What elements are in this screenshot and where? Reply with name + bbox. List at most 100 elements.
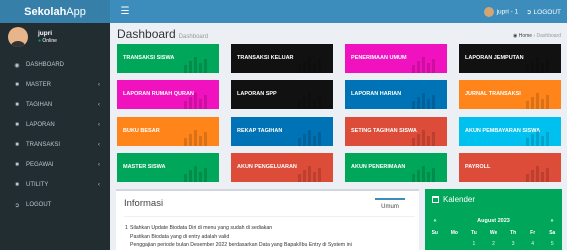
calendar-day	[425, 241, 445, 247]
bar-chart-icon	[298, 93, 321, 109]
breadcrumb-home[interactable]: Home	[519, 33, 532, 39]
sidebar-item-tagihan[interactable]: ■ TAGIHAN ‹	[0, 95, 110, 115]
tile-seting-tagihan-siswa[interactable]: SETING TAGIHAN SISWA	[345, 117, 447, 146]
bar-chart-icon	[184, 130, 207, 146]
breadcrumb-separator-icon: ›	[533, 33, 536, 39]
tile-laporan-rumah-quran[interactable]: LAPORAN RUMAH QURAN	[117, 80, 219, 109]
sidebar-item-label: TAGIHAN	[26, 102, 53, 108]
online-status: ● Online	[38, 38, 57, 44]
tile-akun-penerimaan[interactable]: AKUN PENERIMAAN	[345, 153, 447, 182]
tile-label: REKAP TAGIHAN	[237, 128, 283, 134]
weekday-label: Sa	[549, 230, 556, 236]
app-logo[interactable]: Sekolah App	[0, 0, 110, 23]
sidebar-item-logout[interactable]: ➲ LOGOUT	[0, 195, 110, 215]
kalender-title: Kalender	[432, 195, 475, 204]
sidebar-item-pegawai[interactable]: ■ PEGAWAI ‹	[0, 155, 110, 175]
top-navbar: ☰ jupri - 1 ➲ LOGOUT	[110, 0, 567, 23]
tile-transaksi-siswa[interactable]: TRANSAKSI SISWA	[117, 44, 219, 73]
logo-prefix: Sekolah	[24, 5, 67, 18]
tile-akun-pengeluaran[interactable]: AKUN PENGELUARAN	[231, 153, 333, 182]
tile-penerimaan-umum[interactable]: PENERIMAAN UMUM	[345, 44, 447, 73]
chevron-left-icon: ‹	[98, 82, 100, 88]
calendar-dates: 12345	[425, 241, 562, 247]
tile-laporan-harian[interactable]: LAPORAN HARIAN	[345, 80, 447, 109]
tile-transaksi-keluar[interactable]: TRANSAKSI KELUAR	[231, 44, 333, 73]
tile-label: AKUN PENERIMAAN	[351, 164, 406, 170]
tile-label: PENERIMAAN UMUM	[351, 55, 407, 61]
calendar-day[interactable]: 3	[503, 241, 523, 247]
bar-chart-icon	[526, 166, 549, 182]
sidebar-item-label: UTILITY	[26, 182, 49, 188]
sidebar-item-dashboard[interactable]: ◉ DASHBOARD	[0, 55, 110, 75]
calendar-day[interactable]: 5	[542, 241, 562, 247]
bar-chart-icon	[298, 166, 321, 182]
sidebar-item-label: LAPORAN	[26, 122, 55, 128]
tile-payroll[interactable]: PAYROLL	[459, 153, 561, 182]
sidebar-item-label: LOGOUT	[26, 202, 52, 208]
tile-label: LAPORAN HARIAN	[351, 91, 402, 97]
calendar-month[interactable]: August 2023	[445, 218, 542, 224]
prev-month-button[interactable]: «	[425, 218, 445, 224]
sign-out-icon: ➲	[14, 202, 20, 209]
calendar-header: « August 2023 »	[425, 214, 562, 228]
tile-label: JURNAL TRANSAKSI	[465, 91, 521, 97]
page-title-text: Dashboard	[117, 27, 176, 41]
informasi-title: Informasi	[124, 198, 164, 209]
calendar-day[interactable]: 4	[523, 241, 543, 247]
user-menu[interactable]: jupri - 1	[483, 6, 518, 17]
tile-buku-besar[interactable]: BUKU BESAR	[117, 117, 219, 146]
sidebar-item-label: MASTER	[26, 82, 52, 88]
weekday-label: Fr	[530, 230, 536, 236]
next-month-button[interactable]: »	[542, 218, 562, 224]
home-icon: ◉	[512, 33, 518, 39]
list-number: 1	[125, 225, 128, 231]
calendar-icon	[432, 196, 439, 203]
tile-akun-pembayaran-siswa[interactable]: AKUN PEMBAYARAN SISWA	[459, 117, 561, 146]
calendar-day[interactable]: 2	[484, 241, 504, 247]
chevron-left-icon: ‹	[98, 142, 100, 148]
sidebar-item-laporan[interactable]: ■ LAPORAN ‹	[0, 115, 110, 135]
chevron-left-icon: ‹	[98, 122, 100, 128]
tile-laporan-jemputan[interactable]: LAPORAN JEMPUTAN	[459, 44, 561, 73]
breadcrumb-current: Dashboard	[536, 33, 561, 39]
bar-chart-icon	[526, 57, 549, 73]
tile-label: PAYROLL	[465, 164, 491, 170]
calendar-day[interactable]: 1	[464, 241, 484, 247]
sidebar: jupri ● Online ◉ DASHBOARD ■ MASTER ‹ ■ TAGIHA…	[0, 23, 110, 250]
kalender-title-text: Kalender	[443, 195, 476, 204]
sidebar-item-utility[interactable]: ■ UTILITY ‹	[0, 175, 110, 195]
bar-chart-icon	[412, 130, 435, 146]
logo-suffix: App	[66, 5, 86, 18]
folder-icon: ■	[15, 182, 19, 188]
tile-jurnal-transaksi[interactable]: JURNAL TRANSAKSI	[459, 80, 561, 109]
bar-chart-icon	[184, 93, 207, 109]
sidebar-item-label: PEGAWAI	[26, 162, 54, 168]
chevron-left-icon: ‹	[98, 182, 100, 188]
sidebar-item-transaksi[interactable]: ■ TRANSAKSI ‹	[0, 135, 110, 155]
breadcrumb: ◉ Home › Dashboard	[513, 33, 561, 39]
sidebar-item-label: DASHBOARD	[26, 62, 65, 68]
weekday-label: Tu	[471, 230, 477, 236]
kalender-box: Kalender « August 2023 » Su Mo Tu We Th Fr Sa …	[425, 189, 562, 250]
logout-label: LOGOUT	[533, 8, 561, 16]
tile-rekap-tagihan[interactable]: REKAP TAGIHAN	[231, 117, 333, 146]
folder-icon: ■	[15, 162, 19, 168]
tile-label: TRANSAKSI SISWA	[123, 55, 175, 61]
main-content: Dashboard Dashboard ◉ Home › Dashboard TR…	[110, 23, 567, 250]
informasi-text: 1 Silahkan Update Biodata Diri di menu y…	[125, 224, 352, 250]
folder-icon: ■	[15, 122, 19, 128]
page-subtitle: Dashboard	[178, 34, 209, 40]
bar-chart-icon	[412, 166, 435, 182]
folder-icon: ■	[15, 142, 19, 148]
avatar	[483, 6, 494, 17]
tile-label: AKUN PENGELUARAN	[237, 164, 297, 170]
bar-chart-icon	[184, 166, 207, 182]
sidebar-item-master[interactable]: ■ MASTER ‹	[0, 75, 110, 95]
sidebar-toggle-icon[interactable]: ☰	[114, 6, 136, 17]
logout-link[interactable]: ➲ LOGOUT	[526, 8, 561, 16]
tab-umum[interactable]: Umum	[375, 198, 405, 214]
tile-label: LAPORAN JEMPUTAN	[465, 55, 524, 61]
tile-laporan-spp[interactable]: LAPORAN SPP	[231, 80, 333, 109]
tile-master-siswa[interactable]: MASTER SISWA	[117, 153, 219, 182]
sidebar-menu: ◉ DASHBOARD ■ MASTER ‹ ■ TAGIHAN ‹ ■ LAPORAN ‹ ■ TRA…	[0, 55, 110, 215]
